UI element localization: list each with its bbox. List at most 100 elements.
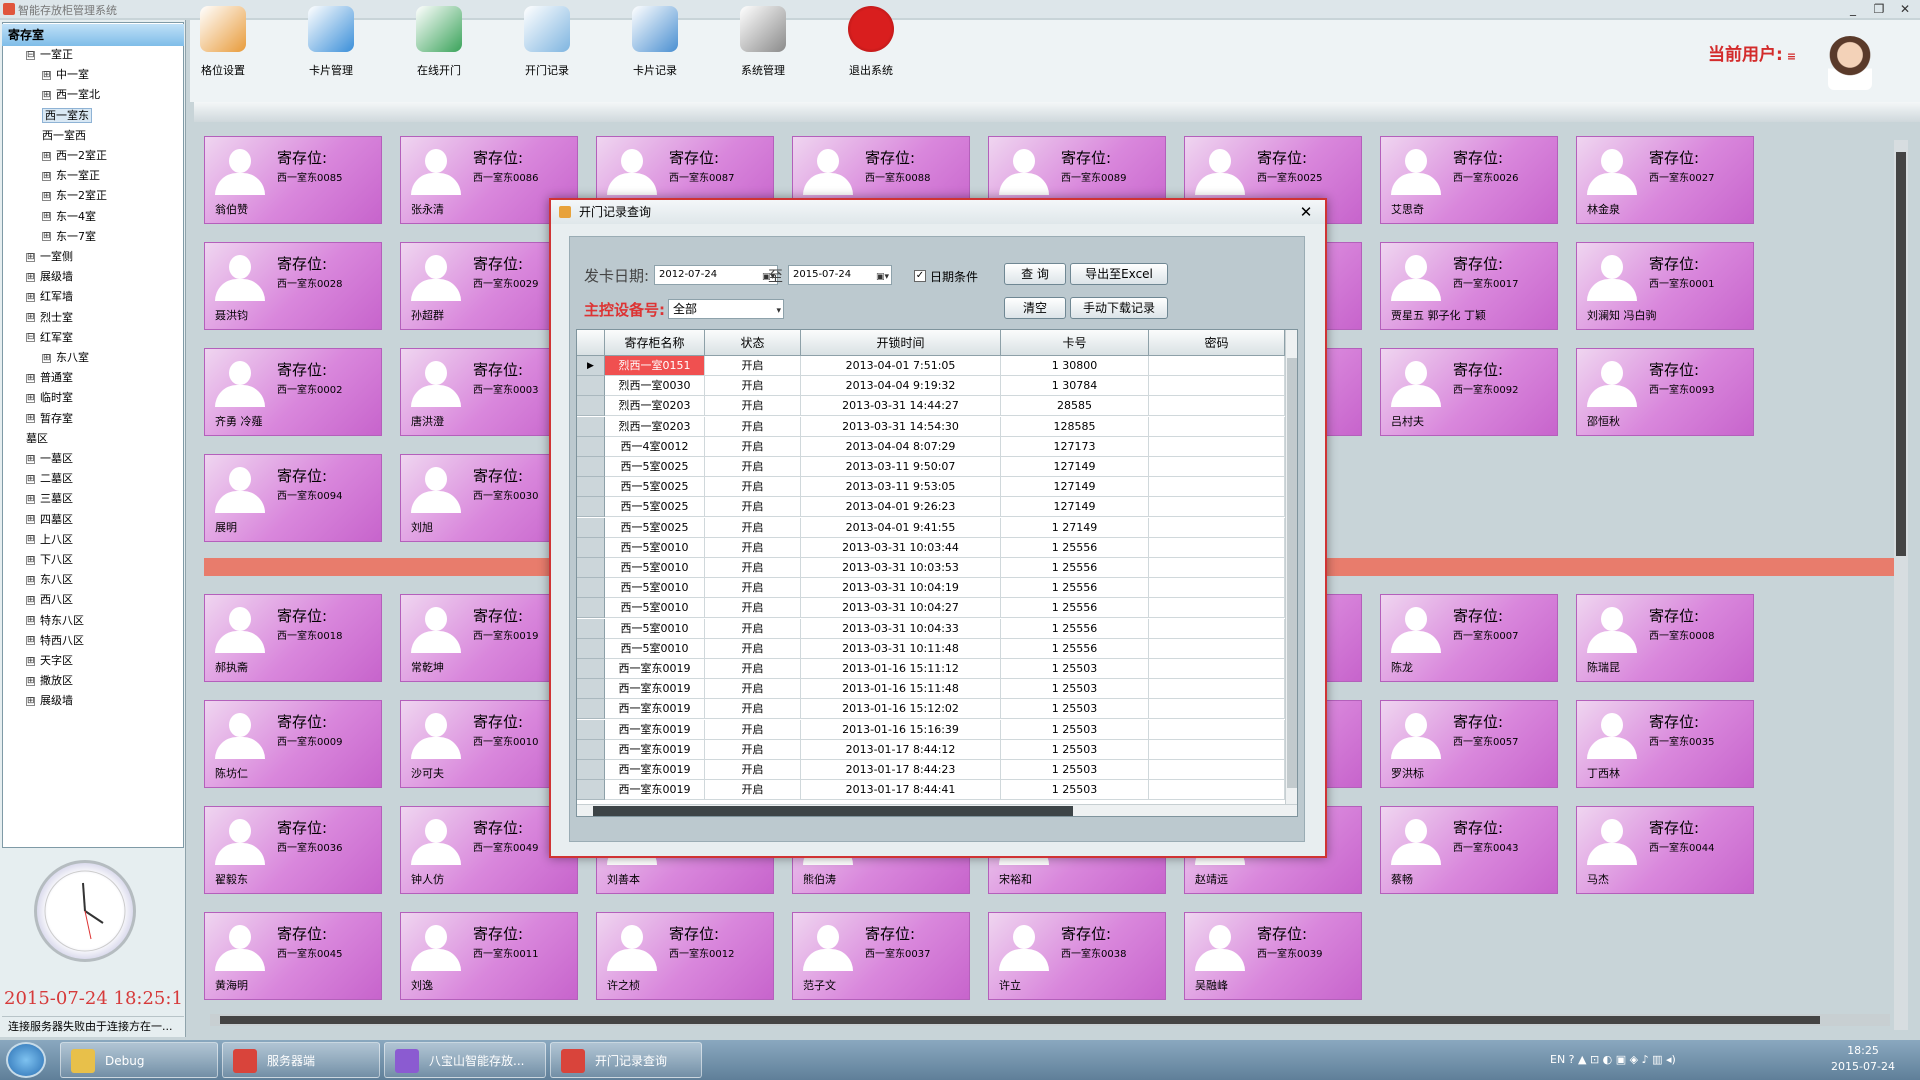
table-cell[interactable]: 西一室东0019 xyxy=(605,739,705,760)
row-header[interactable] xyxy=(577,659,605,679)
table-cell[interactable]: 1 25503 xyxy=(1001,659,1149,679)
expand-icon[interactable]: ⊞ xyxy=(42,212,51,222)
tree-node[interactable]: ⊞ 中一室 xyxy=(42,66,89,84)
locker-card[interactable]: 寄存位: 西一室东0092 吕村夫 xyxy=(1380,348,1558,436)
table-cell[interactable]: 2013-03-31 10:03:53 xyxy=(801,558,1001,578)
table-horizontal-scrollbar-thumb[interactable] xyxy=(593,806,1073,816)
tree-node[interactable]: ⊞ 东八区 xyxy=(26,571,73,589)
table-cell[interactable] xyxy=(1149,598,1285,619)
locker-card[interactable]: 寄存位: 西一室东0018 郝执斋 xyxy=(204,594,382,682)
table-row[interactable]: 西一5室0010 开启 2013-03-31 10:04:19 1 25556 xyxy=(577,578,1297,599)
table-cell[interactable]: 2013-03-31 10:04:27 xyxy=(801,598,1001,619)
tree-node[interactable]: ⊞ 西八区 xyxy=(26,591,73,609)
row-header[interactable] xyxy=(577,396,605,417)
tree-node[interactable]: ⊞ 临时室 xyxy=(26,389,73,407)
expand-icon[interactable]: ⊞ xyxy=(26,454,35,464)
row-header[interactable] xyxy=(577,760,605,780)
table-cell[interactable]: 2013-04-04 8:07:29 xyxy=(801,436,1001,457)
tree-node[interactable]: ⊞ 东八室 xyxy=(42,349,89,367)
tree-node[interactable]: ⊞ 烈士室 xyxy=(26,309,73,327)
taskbar-item[interactable]: 开门记录查询 xyxy=(550,1042,702,1078)
table-cell[interactable]: 127173 xyxy=(1001,436,1149,457)
close-button[interactable]: ✕ xyxy=(1896,1,1914,17)
table-cell[interactable]: 2013-01-17 8:44:23 xyxy=(801,760,1001,780)
calendar-dropdown-icon[interactable]: ▣▾ xyxy=(876,268,889,286)
table-cell[interactable]: 128585 xyxy=(1001,416,1149,437)
table-cell[interactable]: 2013-03-31 10:04:19 xyxy=(801,578,1001,599)
table-cell[interactable]: 1 25503 xyxy=(1001,679,1149,700)
row-header[interactable] xyxy=(577,436,605,457)
tree-node[interactable]: ⊞ 四墓区 xyxy=(26,511,73,529)
tree-node[interactable]: ⊟ 一室正 xyxy=(26,46,73,64)
locker-card[interactable]: 寄存位: 西一室东0012 许之桢 xyxy=(596,912,774,1000)
row-header[interactable] xyxy=(577,537,605,558)
table-cell[interactable]: 开启 xyxy=(705,457,801,477)
tree-node[interactable]: ⊞ 东一4室 xyxy=(42,208,96,226)
table-row[interactable]: 西一5室0010 开启 2013-03-31 10:11:48 1 25556 xyxy=(577,638,1297,659)
tree-node[interactable]: ⊞ 特东八区 xyxy=(26,612,84,630)
tree-node[interactable]: 西一室西 xyxy=(42,127,86,145)
locker-card[interactable]: 寄存位: 西一室东0026 艾思奇 xyxy=(1380,136,1558,224)
table-cell[interactable]: 2013-04-01 9:26:23 xyxy=(801,497,1001,518)
table-cell[interactable] xyxy=(1149,719,1285,740)
tree-node[interactable]: ⊞ 上八区 xyxy=(26,531,73,549)
tree-node[interactable]: ⊞ 展级墙 xyxy=(26,692,73,710)
table-cell[interactable]: 2013-01-16 15:11:12 xyxy=(801,659,1001,679)
export-excel-button[interactable]: 导出至Excel xyxy=(1070,263,1168,285)
table-cell[interactable]: 西一室东0019 xyxy=(605,699,705,720)
locker-card[interactable]: 寄存位: 西一室东0094 展明 xyxy=(204,454,382,542)
table-cell[interactable]: 127149 xyxy=(1001,477,1149,498)
table-cell[interactable] xyxy=(1149,739,1285,760)
table-cell[interactable]: 1 25503 xyxy=(1001,719,1149,740)
table-row[interactable]: 西一5室0025 开启 2013-04-01 9:41:55 1 27149 xyxy=(577,517,1297,538)
tree-node[interactable]: ⊞ 东一7室 xyxy=(42,228,96,246)
table-cell[interactable]: 开启 xyxy=(705,598,801,619)
taskbar-item[interactable]: Debug xyxy=(60,1042,218,1078)
row-header[interactable] xyxy=(577,719,605,740)
table-cell[interactable]: 西一5室0010 xyxy=(605,638,705,659)
table-cell[interactable]: 2013-01-16 15:11:48 xyxy=(801,679,1001,700)
locker-card[interactable]: 寄存位: 西一室东0036 翟毅东 xyxy=(204,806,382,894)
table-cell[interactable] xyxy=(1149,436,1285,457)
expand-icon[interactable]: ⊞ xyxy=(26,636,35,646)
collapse-icon[interactable]: ⊟ xyxy=(26,333,35,343)
table-cell[interactable]: 西一5室0025 xyxy=(605,517,705,538)
table-cell[interactable] xyxy=(1149,618,1285,639)
table-cell[interactable]: 西一5室0010 xyxy=(605,558,705,578)
expand-icon[interactable]: ⊞ xyxy=(26,393,35,403)
row-header[interactable] xyxy=(577,598,605,619)
expand-icon[interactable]: ⊞ xyxy=(42,90,51,100)
row-header[interactable] xyxy=(577,780,605,801)
tree-node[interactable]: ⊞ 一墓区 xyxy=(26,450,73,468)
row-header[interactable] xyxy=(577,477,605,498)
table-cell[interactable]: 开启 xyxy=(705,558,801,578)
toolbar-button[interactable]: 在线开门 xyxy=(394,6,484,82)
table-cell[interactable]: 开启 xyxy=(705,376,801,397)
table-cell[interactable]: 开启 xyxy=(705,638,801,659)
expand-icon[interactable]: ⊞ xyxy=(26,535,35,545)
table-cell[interactable]: 1 25503 xyxy=(1001,699,1149,720)
tree-node[interactable]: ⊞ 三墓区 xyxy=(26,490,73,508)
table-cell[interactable]: 烈西一室0151 xyxy=(605,356,705,376)
dialog-close-button[interactable]: ✕ xyxy=(1295,202,1317,222)
table-cell[interactable]: 烈西一室0203 xyxy=(605,396,705,417)
tree-node[interactable]: ⊞ 东一室正 xyxy=(42,167,100,185)
table-cell[interactable]: 127149 xyxy=(1001,497,1149,518)
table-cell[interactable]: 2013-03-11 9:53:05 xyxy=(801,477,1001,498)
tree-node[interactable]: 墓区 xyxy=(26,430,48,448)
locker-card[interactable]: 寄存位: 西一室东0008 陈瑞昆 xyxy=(1576,594,1754,682)
tree-node[interactable]: ⊞ 一室侧 xyxy=(26,248,73,266)
table-cell[interactable] xyxy=(1149,638,1285,659)
expand-icon[interactable]: ⊞ xyxy=(26,575,35,585)
table-row[interactable]: 西一5室0010 开启 2013-03-31 10:03:44 1 25556 xyxy=(577,537,1297,558)
table-cell[interactable]: 烈西一室0030 xyxy=(605,376,705,397)
table-cell[interactable]: 西一室东0019 xyxy=(605,760,705,780)
locker-card[interactable]: 寄存位: 西一室东0007 陈龙 xyxy=(1380,594,1558,682)
tree-node[interactable]: ⊞ 红军墙 xyxy=(26,288,73,306)
table-cell[interactable]: 2013-03-31 14:54:30 xyxy=(801,416,1001,437)
column-header[interactable]: 密码 xyxy=(1149,330,1285,356)
grid-horizontal-scrollbar-thumb[interactable] xyxy=(220,1016,1820,1024)
date-condition-checkbox[interactable]: ✓ xyxy=(914,270,926,282)
table-cell[interactable] xyxy=(1149,558,1285,578)
table-cell[interactable]: 开启 xyxy=(705,578,801,599)
